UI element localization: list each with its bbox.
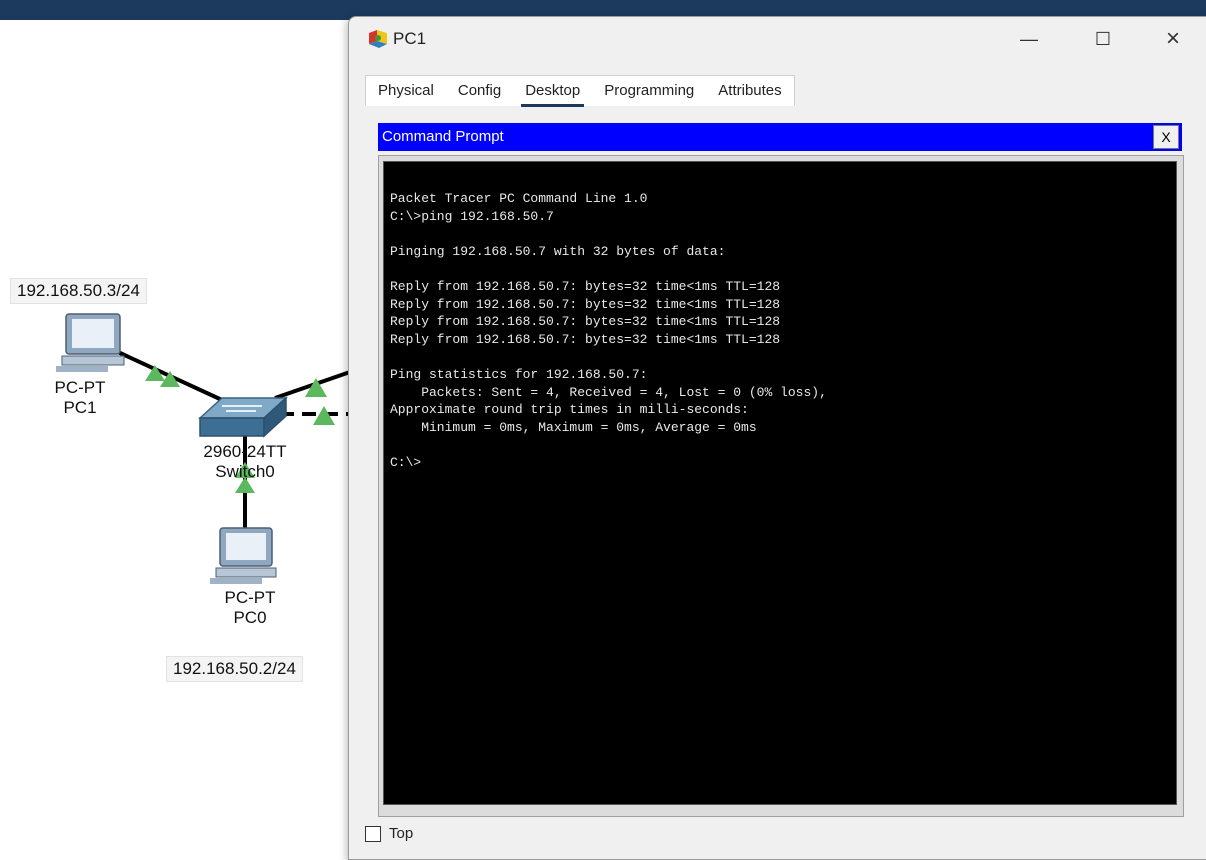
top-checkbox-group: Top bbox=[365, 825, 413, 842]
terminal-line: Pinging 192.168.50.7 with 32 bytes of da… bbox=[390, 243, 726, 259]
terminal-line: C:\>ping 192.168.50.7 bbox=[390, 208, 554, 224]
maximize-button[interactable]: ☐ bbox=[1083, 25, 1123, 53]
switch0-icon[interactable] bbox=[198, 396, 288, 438]
terminal-output[interactable]: Packet Tracer PC Command Line 1.0 C:\>pin… bbox=[383, 161, 1177, 805]
terminal-line: Ping statistics for 192.168.50.7: bbox=[390, 366, 648, 382]
tab-attributes[interactable]: Attributes bbox=[706, 76, 793, 106]
tab-config[interactable]: Config bbox=[446, 76, 513, 106]
window-title: PC1 bbox=[393, 29, 427, 48]
switch0-model: 2960-24TT bbox=[203, 442, 287, 461]
tab-desktop[interactable]: Desktop bbox=[513, 76, 592, 107]
command-prompt-title: Command Prompt bbox=[382, 128, 504, 145]
window-close-button[interactable]: × bbox=[1153, 25, 1193, 53]
pc0-ip-label: 192.168.50.2/24 bbox=[166, 656, 303, 682]
terminal-line: Approximate round trip times in milli-se… bbox=[390, 402, 749, 418]
terminal-line: Reply from 192.168.50.7: bytes=32 time<1… bbox=[390, 296, 781, 312]
terminal-line: Packets: Sent = 4, Received = 4, Lost = … bbox=[390, 384, 827, 400]
command-prompt-header: Command Prompt X bbox=[378, 123, 1182, 151]
top-checkbox-label: Top bbox=[389, 825, 414, 842]
minimize-icon: — bbox=[1020, 28, 1038, 49]
terminal-line: Minimum = 0ms, Maximum = 0ms, Average = … bbox=[390, 419, 757, 435]
pc0-computer-icon[interactable] bbox=[210, 527, 277, 584]
pc1-ip-label: 192.168.50.3/24 bbox=[10, 278, 147, 304]
pc0-model: PC-PT bbox=[224, 588, 276, 607]
minimize-button[interactable]: — bbox=[1009, 25, 1049, 53]
pc1-model: PC-PT bbox=[54, 378, 106, 397]
tab-programming[interactable]: Programming bbox=[592, 76, 706, 106]
terminal-line: C:\> bbox=[390, 454, 422, 470]
tab-physical[interactable]: Physical bbox=[366, 76, 446, 106]
terminal-line: Reply from 192.168.50.7: bytes=32 time<1… bbox=[390, 314, 781, 330]
terminal-line: Packet Tracer PC Command Line 1.0 bbox=[390, 191, 648, 206]
window-title-bar[interactable]: PC1 — ☐ × bbox=[349, 17, 1206, 61]
device-tab-bar: Physical Config Desktop Programming Attr… bbox=[365, 75, 795, 107]
maximize-icon: ☐ bbox=[1094, 28, 1112, 49]
pc1-device-window[interactable]: PC1 — ☐ × Physical Config Desktop Progra… bbox=[348, 16, 1206, 860]
command-prompt-close-button[interactable]: X bbox=[1153, 125, 1179, 149]
switch0-label[interactable]: 2960-24TT Switch0 bbox=[190, 442, 300, 482]
pc1-computer-icon[interactable] bbox=[56, 313, 125, 372]
close-icon: × bbox=[1165, 25, 1180, 52]
topology-workspace[interactable]: 192.168.50.3/24 PC-PT PC1 2960-24TT Swit… bbox=[0, 20, 360, 858]
packet-tracer-app-icon bbox=[369, 30, 387, 48]
close-icon: X bbox=[1161, 129, 1171, 145]
pc0-label[interactable]: PC-PT PC0 bbox=[210, 588, 290, 628]
pc1-name: PC1 bbox=[63, 398, 97, 417]
topology-canvas bbox=[56, 313, 351, 584]
command-prompt-frame: Packet Tracer PC Command Line 1.0 C:\>pin… bbox=[378, 155, 1184, 817]
pc1-label[interactable]: PC-PT PC1 bbox=[50, 378, 110, 418]
top-checkbox[interactable] bbox=[365, 825, 381, 842]
terminal-text: Packet Tracer PC Command Line 1.0 C:\>pin… bbox=[390, 190, 827, 472]
pc0-name: PC0 bbox=[233, 608, 267, 627]
terminal-line: Reply from 192.168.50.7: bytes=32 time<1… bbox=[390, 331, 781, 347]
terminal-line: Reply from 192.168.50.7: bytes=32 time<1… bbox=[390, 278, 781, 294]
switch0-name: Switch0 bbox=[215, 462, 275, 481]
